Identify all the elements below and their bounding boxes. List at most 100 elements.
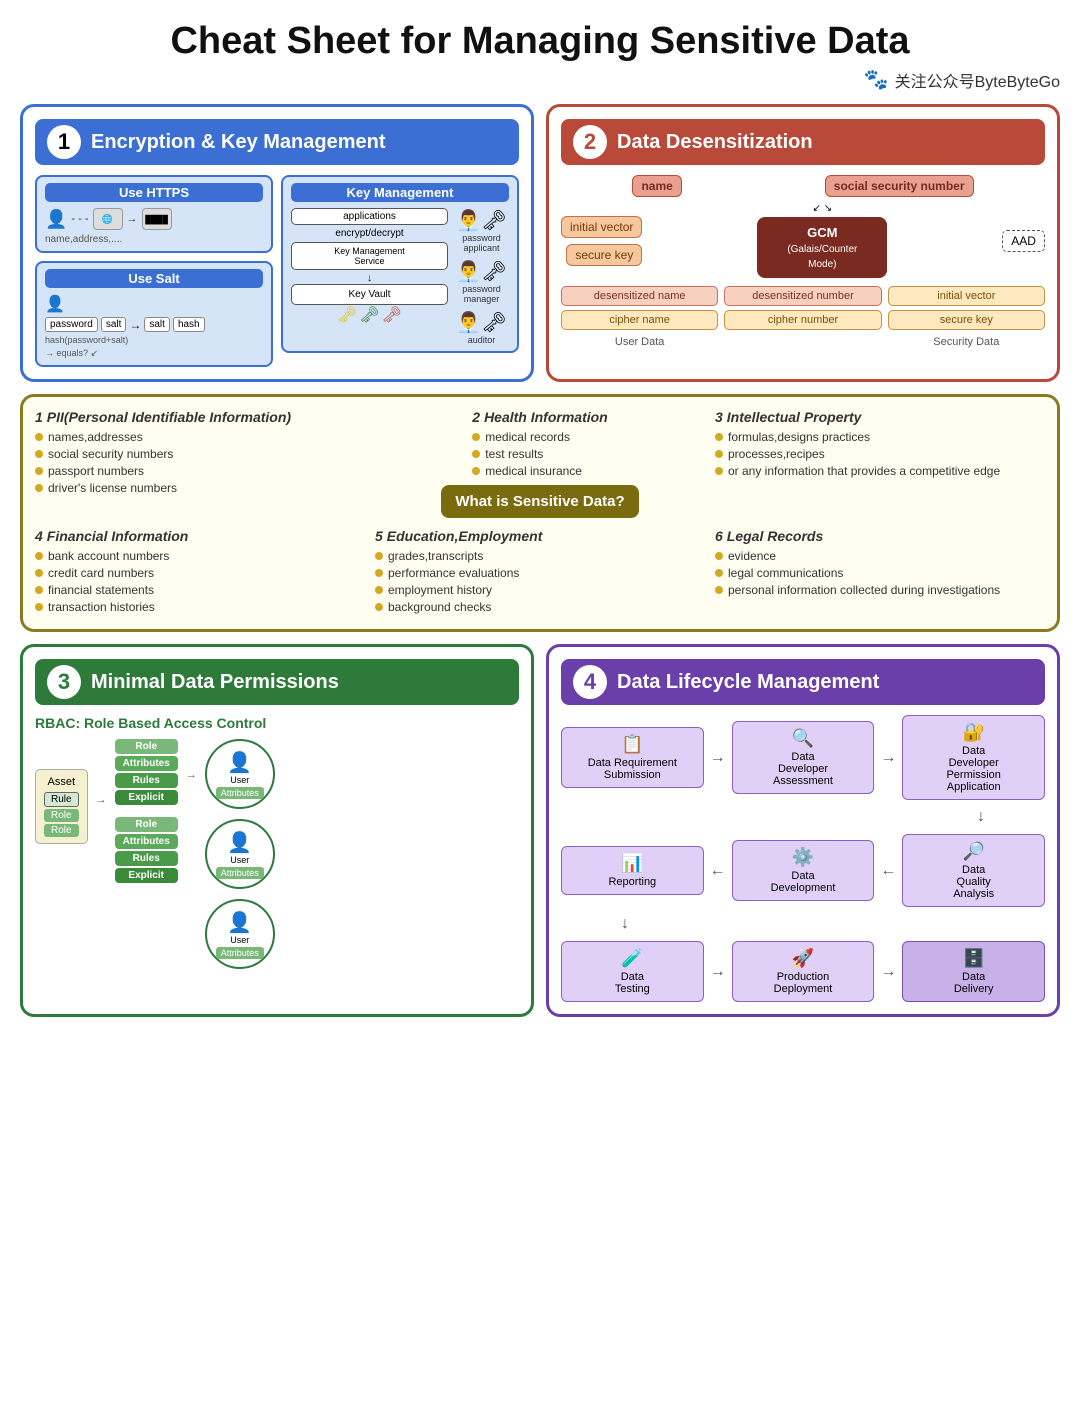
lifecycle-diagram: 📋 Data RequirementSubmission → 🔍 DataDev…: [561, 715, 1045, 1002]
page-title: Cheat Sheet for Managing Sensitive Data: [20, 20, 1060, 63]
arrow-6: →: [880, 963, 896, 981]
lifecycle-row-3: 🧪 DataTesting → 🚀 ProductionDeployment →…: [561, 941, 1045, 1002]
role-group-2: Role Attributes Rules Explicit: [115, 817, 178, 883]
section-encryption: 1 Encryption & Key Management Use HTTPS …: [20, 104, 534, 382]
arrow-5: →: [710, 963, 726, 981]
server-icon: ████: [142, 208, 172, 230]
secure-key-out-tag: secure key: [888, 310, 1045, 330]
km-box: Key Management applications encrypt/decr…: [281, 175, 519, 353]
equals-text: → equals? ↙: [45, 348, 263, 359]
name-input-tag: name: [632, 175, 681, 197]
explicit-box-1: Explicit: [115, 790, 178, 805]
password-manager-person: 👨‍💼🗝 password manager: [454, 259, 509, 304]
user-attr-2: Attributes: [216, 867, 264, 879]
keys-row: 🗝 🗝 🗝: [291, 305, 448, 325]
password-manager-label: password manager: [454, 284, 509, 304]
key-vault-box: Key Vault: [291, 284, 448, 305]
ssn-input-tag: social security number: [825, 175, 974, 197]
salt-val2: salt: [144, 317, 170, 332]
role-box-1: Role: [44, 809, 79, 822]
pii-title: 1PII(Personal Identifiable Information): [35, 409, 365, 425]
financial-title: 4Financial Information: [35, 528, 365, 544]
desensitized-name-tag: desensitized name: [561, 286, 718, 306]
category-legal: 6Legal Records evidence legal communicat…: [715, 528, 1045, 617]
sensitive-grid: 1PII(Personal Identifiable Information) …: [35, 409, 1045, 617]
lc-step-production: 🚀 ProductionDeployment: [732, 941, 875, 1002]
section2-header: 2 Data Desensitization: [561, 119, 1045, 165]
lc-step-assessment: 🔍 DataDeveloperAssessment: [732, 721, 875, 794]
hash-formula: hash(password+salt): [45, 335, 128, 345]
health-title: 2Health Information: [472, 409, 607, 425]
legal-list: evidence legal communications personal i…: [715, 549, 1045, 597]
cipher-name-tag: cipher name: [561, 310, 718, 330]
health-item-2: test results: [472, 447, 607, 461]
role-group-1: Role Attributes Rules Explicit: [115, 739, 178, 805]
edu-item-2: performance evaluations: [375, 566, 705, 580]
asset-box: Asset Rule Role Role: [35, 769, 88, 844]
attr-box-2: Attributes: [115, 834, 178, 849]
key-red-icon: 🗝: [382, 305, 402, 325]
ip-list: formulas,designs practices processes,rec…: [715, 430, 1045, 478]
user-attr-1: Attributes: [216, 787, 264, 799]
section1-header: 1 Encryption & Key Management: [35, 119, 519, 165]
role-box-2: Role: [44, 824, 79, 837]
salt-label: Use Salt: [45, 269, 263, 288]
section-lifecycle: 4 Data Lifecycle Management 📋 Data Requi…: [546, 644, 1060, 1017]
section2-number: 2: [573, 125, 607, 159]
section4-header: 4 Data Lifecycle Management: [561, 659, 1045, 705]
pii-list: names,addresses social security numbers …: [35, 430, 365, 495]
what-is-sensitive-box: What is Sensitive Data?: [441, 485, 638, 518]
user-label-1: User: [230, 775, 249, 785]
ip-item-1: formulas,designs practices: [715, 430, 1045, 444]
arrow-1: →: [710, 749, 726, 767]
category-pii: 1PII(Personal Identifiable Information) …: [35, 409, 365, 518]
lifecycle-row-1: 📋 Data RequirementSubmission → 🔍 DataDev…: [561, 715, 1045, 800]
https-icon: 🌐: [93, 208, 123, 230]
category-financial: 4Financial Information bank account numb…: [35, 528, 365, 617]
category-education: 5Education,Employment grades,transcripts…: [375, 528, 705, 617]
explicit-box-2: Explicit: [115, 868, 178, 883]
pii-item-3: passport numbers: [35, 464, 365, 478]
person1-icon: 👨‍💼🗝: [454, 208, 509, 233]
fin-item-1: bank account numbers: [35, 549, 365, 563]
desens-mid: initial vector secure key ↙ ↘ GCM(Galais…: [561, 203, 1045, 278]
attr-box-1: Attributes: [115, 756, 178, 771]
lc-step-testing: 🧪 DataTesting: [561, 941, 704, 1002]
encrypt-decrypt: encrypt/decrypt: [291, 228, 448, 239]
section4-title: Data Lifecycle Management: [617, 671, 879, 694]
hash-label: hash: [173, 317, 205, 332]
cipher-number-tag: cipher number: [724, 310, 881, 330]
pii-item-4: driver's license numbers: [35, 481, 365, 495]
user-attr-3: Attributes: [216, 947, 264, 959]
fin-item-3: financial statements: [35, 583, 365, 597]
password-applicant-label: password applicant: [454, 233, 509, 253]
security-data-col: initial vector secure key Security Data: [888, 286, 1045, 348]
legal-title: 6Legal Records: [715, 528, 1045, 544]
rbac-diagram: Asset Rule Role Role → Role Attributes R…: [35, 739, 519, 969]
brand-label: 关注公众号ByteByteGo: [895, 68, 1060, 92]
lc-step-permission: 🔐 DataDeveloperPermissionApplication: [902, 715, 1045, 800]
person2-icon: 👨‍💼🗝: [454, 259, 509, 284]
auditor-person: 👨‍💼🗝 auditor: [456, 310, 506, 345]
salt-box: Use Salt 👤 password salt → salt hash has…: [35, 261, 273, 367]
health-item-3: medical insurance: [472, 464, 607, 478]
ip-title: 3Intellectual Property: [715, 409, 1045, 425]
desensitized-name-col: desensitized name cipher name User Data: [561, 286, 718, 348]
security-data-label: Security Data: [888, 336, 1045, 348]
legal-item-3: personal information collected during in…: [715, 583, 1045, 597]
legal-item-2: legal communications: [715, 566, 1045, 580]
arrow-2: →: [880, 749, 896, 767]
edu-item-4: background checks: [375, 600, 705, 614]
kms-box: Key ManagementService: [291, 242, 448, 270]
section3-title: Minimal Data Permissions: [91, 671, 339, 694]
pii-item-2: social security numbers: [35, 447, 365, 461]
category-health: 2Health Information medical records test…: [375, 409, 705, 518]
person3-icon: 👨‍💼🗝: [456, 310, 506, 335]
health-item-1: medical records: [472, 430, 607, 444]
key-yellow-icon: 🗝: [337, 305, 357, 325]
salt-value: salt: [101, 317, 127, 332]
section2-title: Data Desensitization: [617, 131, 813, 154]
legal-item-1: evidence: [715, 549, 1045, 563]
gcm-box: GCM(Galais/CounterMode): [757, 217, 887, 278]
auditor-label: auditor: [456, 335, 506, 345]
